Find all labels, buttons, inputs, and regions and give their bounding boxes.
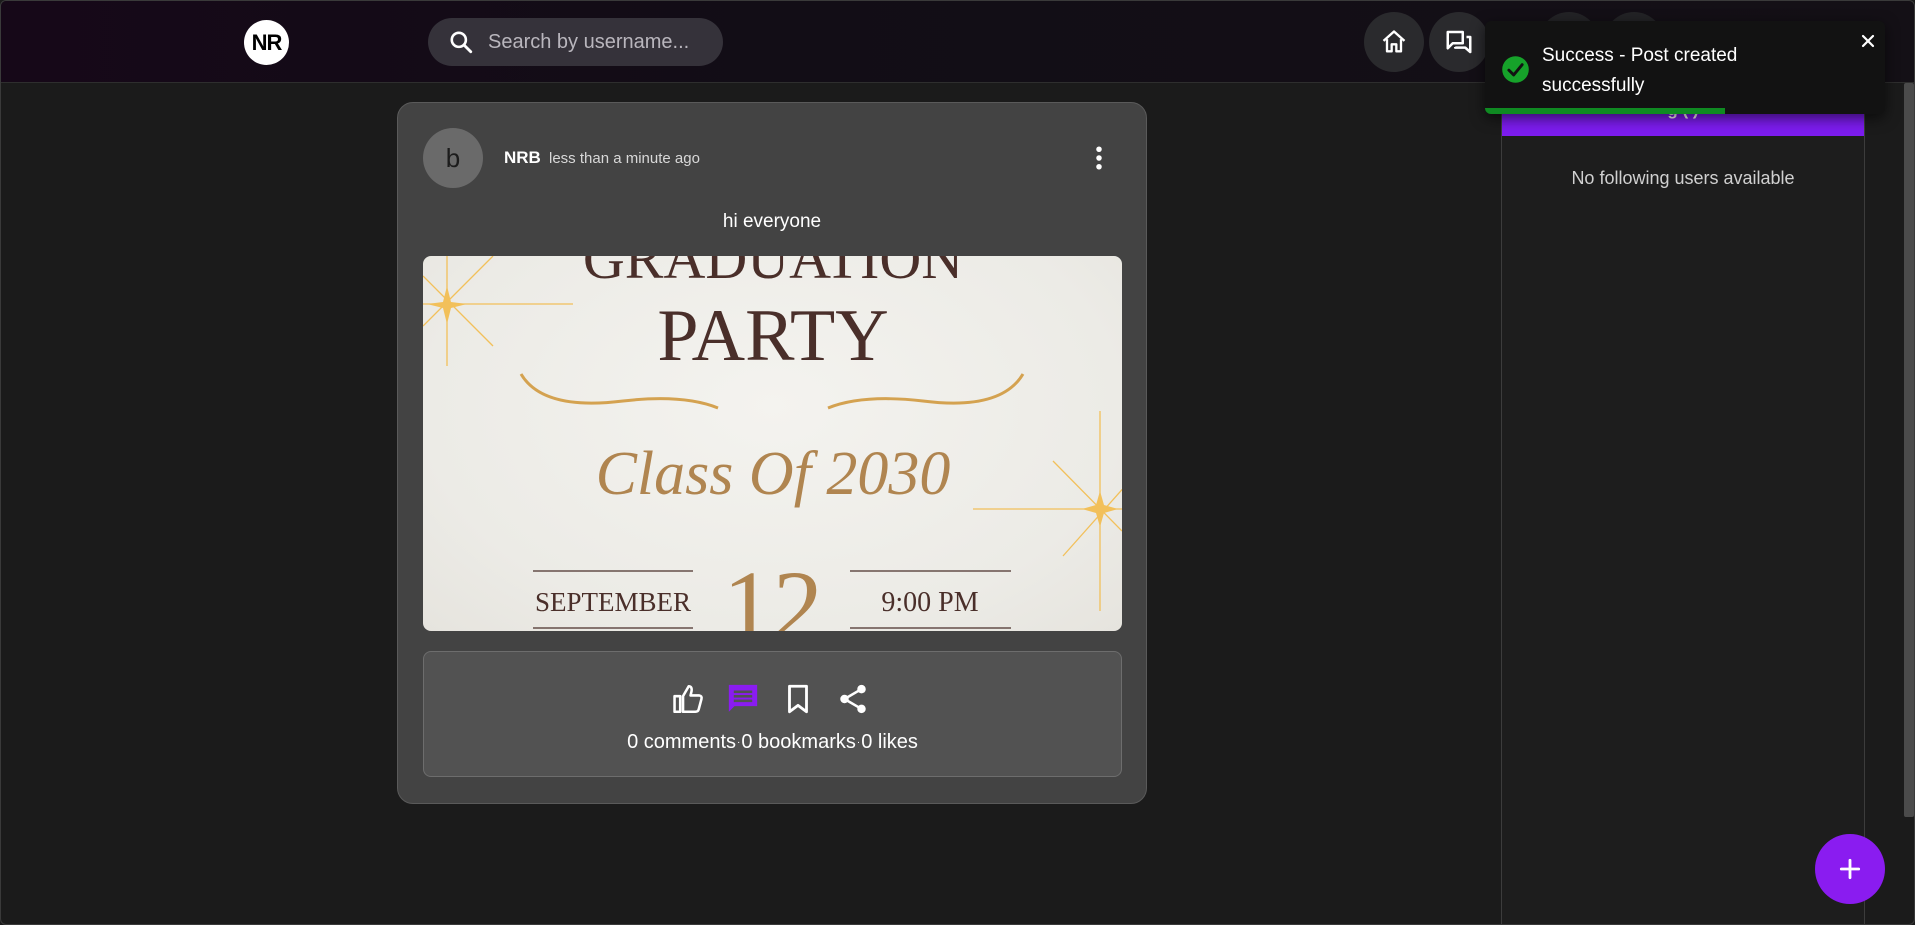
toast-message: Success - Post created successfully bbox=[1542, 45, 1738, 96]
image-title: PARTY bbox=[657, 295, 888, 377]
post-stats: 0 comments·0 bookmarks·0 likes bbox=[627, 731, 918, 753]
post-time: less than a minute ago bbox=[549, 150, 700, 167]
search-icon bbox=[450, 31, 473, 54]
chat-icon bbox=[1446, 30, 1472, 54]
image-title-top: GRADUATION bbox=[583, 256, 963, 291]
image-time: 9:00 PM bbox=[881, 587, 978, 618]
empty-state-text: No following users available bbox=[1571, 168, 1795, 188]
post-username[interactable]: NRB bbox=[504, 148, 541, 168]
star-shape bbox=[427, 286, 467, 324]
flourish-left bbox=[519, 373, 719, 410]
image-day: 12 bbox=[723, 550, 823, 631]
share-icon[interactable] bbox=[836, 682, 870, 716]
image-subtitle: Class Of 2030 bbox=[596, 440, 951, 508]
graduation-invite-image: GRADUATION PARTY Class Of 2030 SEPTEMBER… bbox=[423, 256, 1122, 631]
like-icon[interactable] bbox=[671, 682, 705, 716]
search-bar[interactable] bbox=[428, 18, 723, 66]
close-icon[interactable] bbox=[1856, 29, 1880, 53]
following-panel: g ( ) No following users available bbox=[1501, 83, 1865, 924]
scrollbar[interactable] bbox=[1904, 83, 1914, 817]
post-caption: hi everyone bbox=[722, 211, 822, 232]
more-vertical-icon[interactable] bbox=[1084, 143, 1114, 173]
messages-button[interactable] bbox=[1429, 12, 1489, 72]
create-post-button[interactable] bbox=[1815, 834, 1885, 904]
check-circle-icon bbox=[1502, 56, 1529, 83]
comments-count[interactable]: 0 comments bbox=[627, 731, 736, 753]
home-icon bbox=[1382, 30, 1406, 53]
plus-icon bbox=[1839, 858, 1861, 880]
app-window: NR b NRB less than a minute ago bbox=[0, 0, 1915, 925]
search-input[interactable] bbox=[488, 30, 688, 54]
logo[interactable]: NR bbox=[244, 20, 289, 65]
toast-progress-bar bbox=[1485, 108, 1725, 114]
image-month: SEPTEMBER bbox=[535, 587, 691, 617]
home-button[interactable] bbox=[1364, 12, 1424, 72]
bookmark-icon[interactable] bbox=[781, 682, 815, 716]
post-image[interactable]: GRADUATION PARTY Class Of 2030 SEPTEMBER… bbox=[423, 256, 1122, 631]
flourish-right bbox=[827, 373, 1025, 410]
post-actions: 0 comments·0 bookmarks·0 likes bbox=[423, 651, 1122, 777]
comment-icon[interactable] bbox=[726, 682, 760, 716]
likes-count[interactable]: 0 likes bbox=[861, 731, 918, 753]
post-card: b NRB less than a minute ago hi everyone bbox=[397, 102, 1147, 804]
bookmarks-count[interactable]: 0 bookmarks bbox=[741, 731, 856, 753]
success-toast: Success - Post created successfully bbox=[1485, 21, 1885, 114]
avatar[interactable]: b bbox=[423, 128, 483, 188]
